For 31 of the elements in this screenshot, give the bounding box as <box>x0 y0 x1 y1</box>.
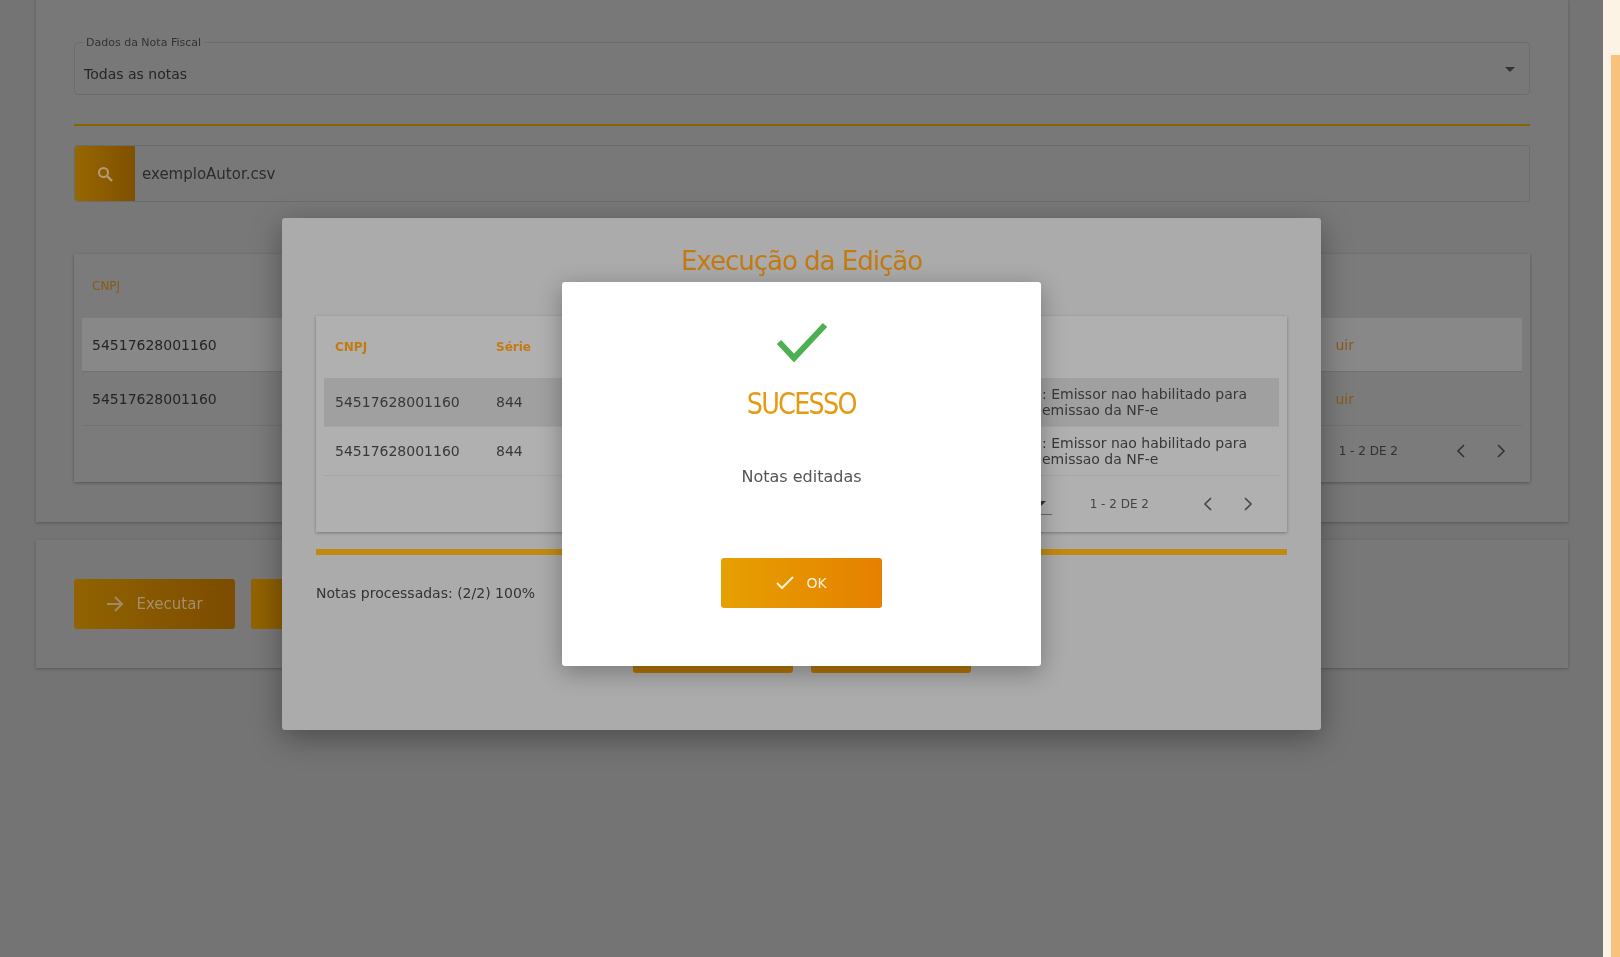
arrow-right-icon <box>106 596 125 612</box>
check-icon <box>776 576 795 590</box>
dropdown-arrow-icon <box>1505 67 1515 72</box>
action-link[interactable]: uir <box>1335 336 1354 353</box>
table-cell-text: 54517628001160 <box>334 394 461 410</box>
pagination-range: 1 - 2 DE 2 <box>1338 444 1398 458</box>
previous-page-icon[interactable] <box>1203 497 1213 511</box>
table-cell-text: 844 <box>495 394 524 410</box>
table-cell-text: : Emissor nao habilitado para emissao da NF-e <box>1041 435 1249 467</box>
field-label: Dados da Nota Fiscal <box>83 36 205 49</box>
execute-button[interactable]: Executar <box>74 579 235 629</box>
dialog-title: SUCESSO <box>746 386 857 421</box>
table-cell: 54517628001160 <box>92 336 217 353</box>
dialog-message: Notas editadas <box>741 467 862 486</box>
check-icon <box>775 322 828 362</box>
action-link[interactable]: uir <box>1335 390 1354 407</box>
next-page-icon[interactable] <box>1496 444 1506 458</box>
column-header: CNPJ <box>334 340 369 354</box>
pagination-range: 1 - 2 DE 2 <box>1089 497 1149 511</box>
status-text: Notas processadas: (2/2) 100% <box>316 585 537 601</box>
next-page-icon[interactable] <box>1243 497 1253 511</box>
column-header: CNPJ <box>92 279 121 293</box>
table-cell-text: : Emissor nao habilitado para emissao da NF-e <box>1041 386 1249 418</box>
ok-button[interactable]: OK <box>721 558 882 608</box>
table-cell: 54517628001160 <box>92 390 217 407</box>
scrollbar[interactable] <box>1603 0 1620 957</box>
previous-page-icon[interactable] <box>1456 444 1466 458</box>
dialog-title: Execução da Edição <box>679 246 924 278</box>
table-cell-text: 844 <box>495 443 524 459</box>
table-cell-text: 54517628001160 <box>334 443 461 459</box>
column-header: Série <box>495 340 532 354</box>
